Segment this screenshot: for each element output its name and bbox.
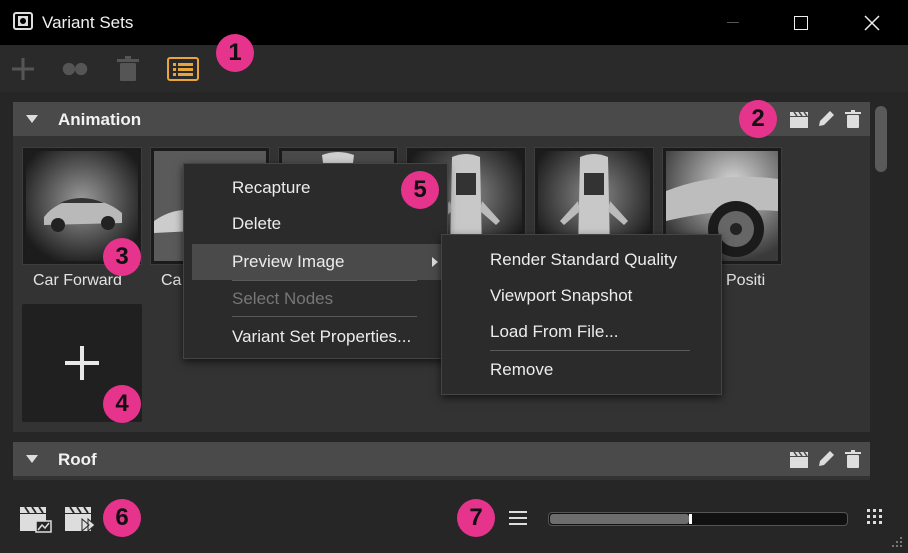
toolbar bbox=[0, 45, 908, 92]
title-bar: Variant Sets bbox=[0, 0, 908, 45]
section-header-roof[interactable]: Roof bbox=[13, 442, 870, 476]
menu-separator bbox=[490, 350, 690, 351]
slider-fill bbox=[550, 514, 689, 524]
thumbnail-label: Car Forward bbox=[33, 272, 122, 289]
minimize-icon bbox=[727, 22, 739, 23]
submenu-arrow-icon bbox=[432, 257, 438, 267]
submenu-item-remove[interactable]: Remove bbox=[442, 355, 721, 385]
callout-badge: 3 bbox=[103, 238, 141, 276]
menu-item-preview-image[interactable]: Preview Image bbox=[192, 244, 442, 280]
list-view-icon[interactable] bbox=[508, 509, 528, 527]
submenu-item-load-from-file[interactable]: Load From File... bbox=[442, 317, 721, 347]
preview-image-submenu: Render Standard Quality Viewport Snapsho… bbox=[441, 234, 722, 395]
grid-view-icon[interactable] bbox=[167, 55, 199, 83]
menu-separator bbox=[232, 316, 417, 317]
close-icon bbox=[864, 14, 880, 31]
callout-badge: 4 bbox=[103, 385, 141, 423]
edit-pencil-icon[interactable] bbox=[816, 109, 836, 129]
variant-sets-window: Variant Sets Animation Car Forward Ca Po… bbox=[0, 0, 908, 553]
menu-item-select-nodes: Select Nodes bbox=[232, 289, 334, 308]
trash-icon[interactable] bbox=[843, 109, 863, 129]
plus-icon bbox=[65, 346, 99, 380]
grid-size-icon[interactable] bbox=[866, 508, 884, 526]
menu-separator bbox=[232, 280, 417, 281]
render-image-icon[interactable] bbox=[19, 505, 53, 533]
collapse-triangle-icon[interactable] bbox=[26, 115, 38, 123]
slider-handle[interactable] bbox=[689, 514, 692, 524]
callout-badge: 7 bbox=[457, 499, 495, 537]
trash-icon[interactable] bbox=[843, 449, 863, 469]
callout-badge: 1 bbox=[216, 34, 254, 72]
add-icon[interactable] bbox=[9, 55, 37, 83]
callout-badge: 6 bbox=[103, 499, 141, 537]
render-sequence-icon[interactable] bbox=[64, 505, 98, 533]
vertical-scrollbar[interactable] bbox=[875, 106, 887, 172]
thumbnail-label: Ca bbox=[161, 272, 182, 289]
thumbnail-label: Positi bbox=[726, 272, 766, 289]
callout-badge: 5 bbox=[401, 171, 439, 209]
submenu-item-viewport-snapshot[interactable]: Viewport Snapshot bbox=[442, 281, 721, 311]
menu-item-variant-set-properties[interactable]: Variant Set Properties... bbox=[184, 322, 447, 352]
maximize-button[interactable] bbox=[778, 0, 824, 45]
window-title: Variant Sets bbox=[42, 13, 134, 32]
thumbnail-size-slider[interactable] bbox=[548, 512, 848, 526]
group-icon[interactable] bbox=[61, 55, 89, 83]
collapse-triangle-icon[interactable] bbox=[26, 455, 38, 463]
render-clapper-icon[interactable] bbox=[789, 449, 809, 469]
delete-icon[interactable] bbox=[114, 55, 142, 83]
menu-item-delete[interactable]: Delete bbox=[184, 209, 447, 239]
maximize-icon bbox=[794, 15, 808, 30]
section-title: Roof bbox=[58, 450, 97, 469]
resize-grip-icon[interactable] bbox=[888, 533, 904, 549]
submenu-item-render-standard-quality[interactable]: Render Standard Quality bbox=[442, 245, 721, 275]
minimize-button[interactable] bbox=[710, 0, 756, 45]
section-title: Animation bbox=[58, 110, 142, 129]
close-button[interactable] bbox=[849, 0, 895, 45]
edit-pencil-icon[interactable] bbox=[816, 449, 836, 469]
app-icon bbox=[13, 12, 33, 30]
callout-badge: 2 bbox=[739, 100, 777, 138]
render-clapper-icon[interactable] bbox=[789, 109, 809, 129]
